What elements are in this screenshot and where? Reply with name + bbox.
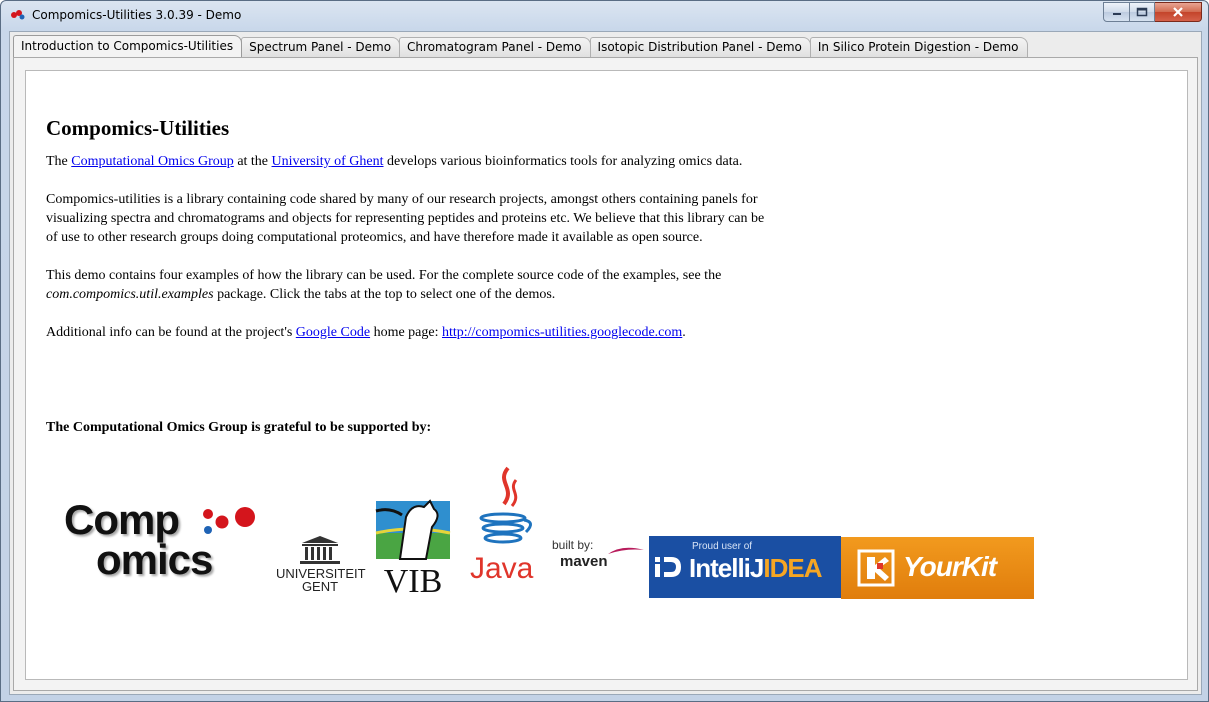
text: at the [233,154,272,169]
app-icon [11,10,25,20]
vib-logo-text: VIB [383,563,443,600]
vib-emblem-icon [375,499,451,560]
ugent-logo-text: UNIVERSITEIT GENT [276,567,366,594]
yourkit-logo[interactable]: YourKit [841,537,1034,599]
intellij-logo-text: IntelliJIDEA [689,553,822,584]
project-homepage-link[interactable]: http://compomics-utilities.googlecode.co… [442,325,682,340]
intro-paragraph-3: This demo contains four examples of how … [46,266,766,304]
idea-word: IDEA [763,553,822,583]
page-title: Compomics-Utilities [46,116,230,140]
window-client-area: Introduction to Compomics-Utilities Spec… [9,31,1202,695]
intellij-proud-user: Proud user of [692,541,753,552]
package-name: com.compomics.util.examples [46,287,214,302]
text: The [46,154,72,169]
intro-paragraph-1: The Computational Omics Group at the Uni… [46,152,766,171]
maven-built-by: built by: [552,538,594,552]
computational-omics-group-link[interactable]: Computational Omics Group [71,154,234,169]
minimize-icon [1112,13,1121,15]
java-logo-text: Java [470,552,534,585]
google-code-link[interactable]: Google Code [296,325,370,340]
text: develops various bioinformatics tools fo… [383,154,743,169]
intellij-idea-logo[interactable]: Proud user of IntelliJIDEA [649,536,841,598]
tab-spectrum-panel[interactable]: Spectrum Panel - Demo [241,37,401,57]
intellij-word: IntelliJ [689,553,764,583]
maven-logo-text: maven [560,553,608,570]
intro-paragraph-2: Compomics-utilities is a library contain… [46,192,765,245]
compomics-dots-icon [203,507,255,534]
tab-in-silico-digestion[interactable]: In Silico Protein Digestion - Demo [809,37,1028,57]
java-cup-icon [479,466,532,544]
ugent-building-icon [300,536,340,564]
text: home page: [370,325,442,340]
ugent-logo[interactable]: UNIVERSITEIT GENT [276,535,366,599]
java-logo[interactable]: Java [470,466,540,586]
minimize-button[interactable] [1103,2,1130,22]
text: package. Click the tabs at the top to se… [213,287,556,302]
tab-introduction[interactable]: Introduction to Compomics-Utilities [13,35,243,57]
restore-icon [1136,7,1148,17]
tab-panel: Compomics-Utilities The Computational Om… [13,57,1198,691]
maximize-button[interactable] [1130,2,1155,22]
university-of-ghent-link[interactable]: University of Ghent [272,154,384,169]
text: . [682,325,686,340]
intellij-icon [655,557,681,577]
text: This demo contains four examples of how … [46,268,722,283]
intro-text: Compomics-Utilities The Computational Om… [46,115,766,361]
support-heading: The Computational Omics Group is gratefu… [46,420,432,435]
text: Additional info can be found at the proj… [46,325,296,340]
app-window: Compomics-Utilities 3.0.39 - Demo Introd… [0,0,1209,702]
close-button[interactable] [1155,2,1202,22]
close-icon [1173,7,1183,17]
tab-isotopic-distribution[interactable]: Isotopic Distribution Panel - Demo [589,37,811,57]
tab-chromatogram-panel[interactable]: Chromatogram Panel - Demo [399,37,591,57]
title-bar[interactable]: Compomics-Utilities 3.0.39 - Demo [1,1,1208,31]
window-controls [1103,2,1202,22]
window-title: Compomics-Utilities 3.0.39 - Demo [32,8,242,22]
yourkit-icon [857,549,895,587]
tab-strip: Introduction to Compomics-Utilities Spec… [13,35,1028,57]
intro-paragraph-4: Additional info can be found at the proj… [46,323,766,342]
maven-feather-icon [608,547,644,554]
intro-content: Compomics-Utilities The Computational Om… [25,70,1188,680]
maven-logo[interactable]: built by: maven [552,538,644,578]
yourkit-logo-text: YourKit [903,551,997,582]
compomics-logo[interactable]: Comp omics [60,498,260,588]
ugent-line2: GENT [301,579,339,594]
compomics-logo-line2: omics [96,536,213,583]
vib-logo[interactable]: VIB [372,497,454,600]
